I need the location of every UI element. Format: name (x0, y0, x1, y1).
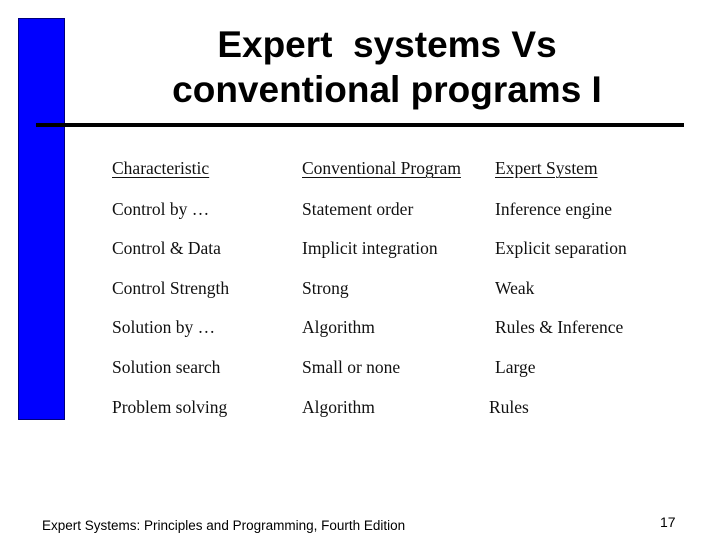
table-cell: Algorithm (302, 397, 375, 417)
table-cell: Statement order (302, 199, 414, 219)
table-cell: Control & Data (112, 238, 221, 258)
table-cell: Weak (495, 278, 535, 298)
table-cell: Rules (489, 397, 529, 417)
table-cell: Implicit integration (302, 238, 438, 258)
table-cell: Control Strength (112, 278, 230, 298)
table-cell: Large (495, 357, 536, 377)
table-cell: Rules & Inference (495, 317, 624, 337)
page-number: 17 (660, 514, 676, 530)
table-cell: Inference engine (495, 199, 613, 219)
header-expert-system: Expert System (495, 158, 598, 178)
table-cell: Small or none (302, 357, 401, 377)
header-conventional-program: Conventional Program (302, 158, 461, 178)
table-cell: Explicit separation (495, 238, 627, 258)
title-line-1: Expert systems Vs (217, 24, 557, 65)
table-cell: Strong (302, 278, 349, 298)
table-cell: Algorithm (302, 317, 375, 337)
accent-bar (18, 18, 65, 420)
title-divider (36, 123, 684, 127)
table-cell: Problem solving (112, 397, 228, 417)
footer-text: Expert Systems: Principles and Programmi… (42, 518, 406, 533)
title-line-2: conventional programs I (172, 69, 602, 110)
table-cell: Solution search (112, 357, 221, 377)
slide-title: Expert systems Vs conventional programs … (70, 22, 704, 112)
table-cell: Solution by … (112, 317, 216, 337)
table-cell: Control by … (112, 199, 210, 219)
header-characteristic: Characteristic (112, 158, 210, 178)
